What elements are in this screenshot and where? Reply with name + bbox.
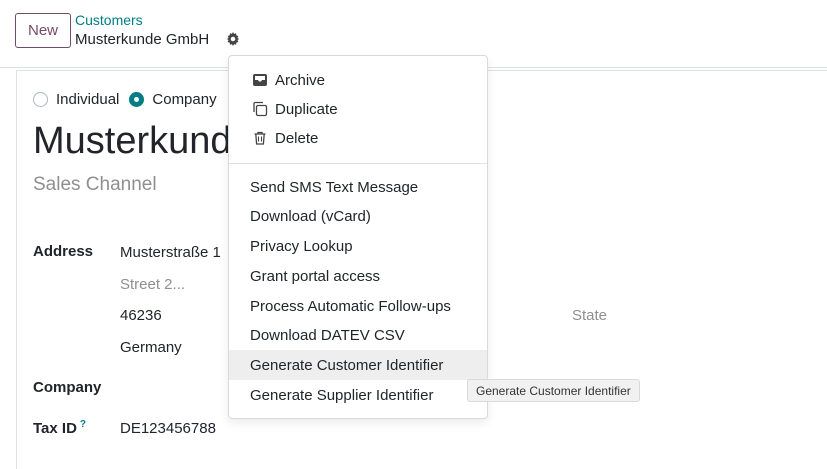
street-field[interactable]: Musterstraße 1 (120, 244, 221, 261)
menu-item-generate-supplier-id[interactable]: Generate Supplier Identifier (229, 380, 487, 410)
menu-item-duplicate[interactable]: Duplicate (229, 94, 487, 124)
menu-item-send-sms[interactable]: Send SMS Text Message (229, 172, 487, 202)
help-icon[interactable]: ? (80, 419, 86, 430)
action-dropdown-menu: Archive Duplicate Delete Send SMS Text M… (228, 55, 488, 419)
menu-item-archive[interactable]: Archive (229, 65, 487, 95)
menu-item-label: Duplicate (275, 100, 338, 118)
menu-item-label: Privacy Lookup (250, 237, 353, 255)
menu-item-label: Send SMS Text Message (250, 178, 419, 196)
address-label: Address (33, 243, 94, 260)
sales-channel-field[interactable]: Sales Channel (33, 174, 157, 196)
street2-field[interactable]: Street 2... (120, 276, 185, 293)
copy-icon (251, 100, 269, 118)
country-field[interactable]: Germany (120, 339, 182, 356)
menu-item-process-followups[interactable]: Process Automatic Follow-ups (229, 291, 487, 321)
tax-id-label: Tax ID? (33, 419, 86, 437)
record-title[interactable]: Musterkunde GmbH (33, 120, 228, 163)
breadcrumb-customers[interactable]: Customers (75, 12, 143, 28)
company-type-radio: Individual Company (33, 91, 227, 108)
menu-item-label: Archive (275, 71, 326, 89)
menu-item-label: Grant portal access (250, 267, 381, 285)
menu-item-label: Download DATEV CSV (250, 326, 405, 344)
tax-id-field[interactable]: DE123456788 (120, 420, 216, 437)
menu-item-download-vcard[interactable]: Download (vCard) (229, 201, 487, 231)
tooltip: Generate Customer Identifier (467, 379, 640, 402)
menu-item-generate-customer-id[interactable]: Generate Customer Identifier (229, 350, 487, 380)
zip-field[interactable]: 46236 (120, 307, 162, 324)
menu-divider (229, 163, 487, 164)
menu-item-grant-portal-access[interactable]: Grant portal access (229, 261, 487, 291)
trash-icon (251, 129, 269, 147)
radio-company-label[interactable]: Company (152, 91, 216, 108)
tax-id-label-text: Tax ID (33, 420, 77, 437)
new-button[interactable]: New (15, 13, 71, 48)
state-field[interactable]: State (572, 307, 607, 324)
menu-item-delete[interactable]: Delete (229, 123, 487, 153)
breadcrumb-current-record: Musterkunde GmbH (75, 31, 210, 48)
radio-company[interactable] (129, 92, 145, 107)
radio-individual-label[interactable]: Individual (56, 91, 119, 108)
archive-icon (251, 71, 269, 89)
gear-icon[interactable] (226, 32, 240, 46)
menu-item-label: Delete (275, 129, 319, 147)
menu-item-label: Download (vCard) (250, 207, 371, 225)
menu-item-label: Generate Supplier Identifier (250, 386, 434, 404)
menu-item-label: Process Automatic Follow-ups (250, 297, 451, 315)
radio-individual[interactable] (33, 92, 48, 107)
menu-item-privacy-lookup[interactable]: Privacy Lookup (229, 231, 487, 261)
company-label: Company (33, 379, 102, 396)
menu-item-label: Generate Customer Identifier (250, 356, 444, 374)
menu-item-download-datev[interactable]: Download DATEV CSV (229, 320, 487, 350)
